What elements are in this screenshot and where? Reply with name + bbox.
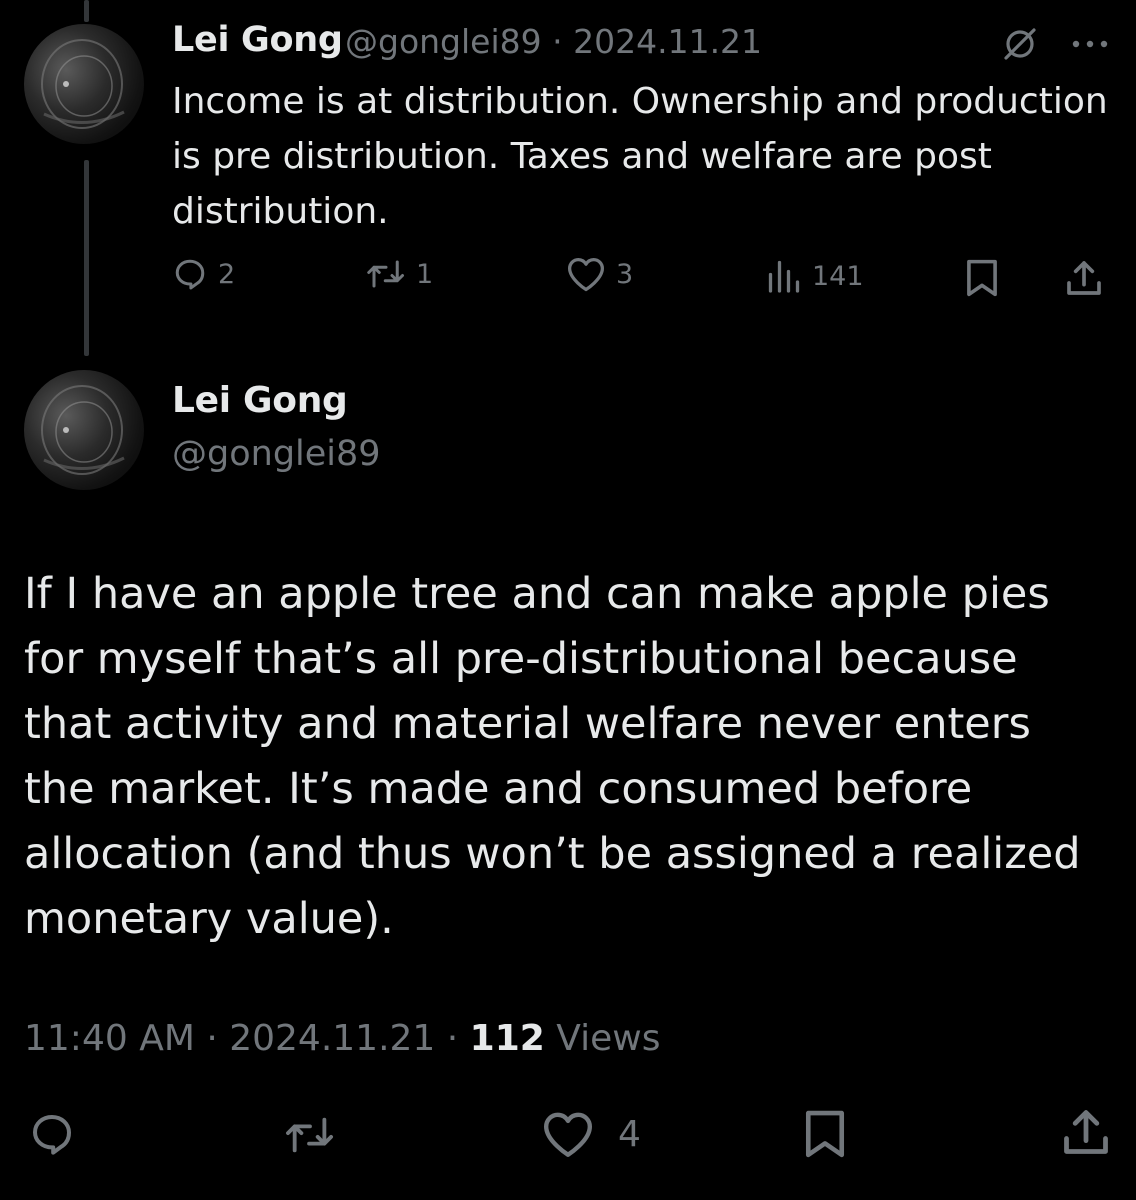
heart-icon — [568, 257, 604, 292]
retweet-button[interactable] — [282, 1112, 338, 1158]
reply-count: 2 — [218, 258, 236, 290]
heart-icon — [544, 1112, 592, 1157]
reply-button[interactable]: 2 — [172, 256, 235, 292]
avatar[interactable] — [24, 370, 144, 490]
more-icon[interactable] — [1068, 24, 1112, 64]
tweet-text: Income is at distribution. Ownership and… — [172, 81, 1108, 232]
retweet-icon — [367, 260, 404, 288]
views-count: 141 — [812, 260, 864, 292]
retweet-icon — [286, 1117, 333, 1153]
views-button[interactable]: 141 — [766, 258, 864, 294]
avatar-image — [41, 385, 125, 475]
views-count: 112 — [469, 1018, 545, 1059]
bookmark-icon — [967, 259, 997, 297]
reply-icon — [33, 1115, 71, 1155]
like-count: 3 — [616, 258, 634, 290]
bookmark-button[interactable] — [964, 258, 1000, 298]
tweet-meta[interactable]: @gonglei89 · 2024.11.21 — [345, 22, 762, 61]
views-icon — [768, 260, 800, 293]
share-icon — [1064, 1110, 1108, 1154]
share-icon — [1067, 261, 1101, 295]
like-count: 4 — [618, 1113, 641, 1155]
like-button[interactable]: 4 — [540, 1110, 641, 1158]
grok-icon[interactable] — [1000, 24, 1040, 64]
retweet-button[interactable]: 1 — [366, 256, 433, 292]
thread-line — [84, 160, 89, 356]
author-handle[interactable]: @gonglei89 — [172, 434, 381, 474]
timestamp[interactable]: 11:40 AM · 2024.11.21 · — [24, 1018, 470, 1059]
views-label: Views — [544, 1018, 661, 1059]
avatar-image — [41, 39, 125, 129]
share-button[interactable] — [1064, 258, 1104, 298]
bookmark-button[interactable] — [802, 1106, 848, 1162]
author-name[interactable]: Lei Gong — [172, 380, 348, 421]
tweet-text: If I have an apple tree and can make app… — [24, 569, 1081, 944]
reply-icon — [175, 259, 205, 290]
thread-line-top — [84, 0, 89, 22]
reply-button[interactable] — [26, 1110, 78, 1158]
share-button[interactable] — [1060, 1106, 1112, 1158]
author-name[interactable]: Lei Gong — [172, 20, 343, 60]
tweet-meta: 11:40 AM · 2024.11.21 · 112 Views — [24, 1018, 660, 1059]
avatar[interactable] — [24, 24, 144, 144]
bookmark-icon — [805, 1110, 845, 1158]
retweet-count: 1 — [416, 258, 434, 290]
like-button[interactable]: 3 — [566, 256, 633, 292]
